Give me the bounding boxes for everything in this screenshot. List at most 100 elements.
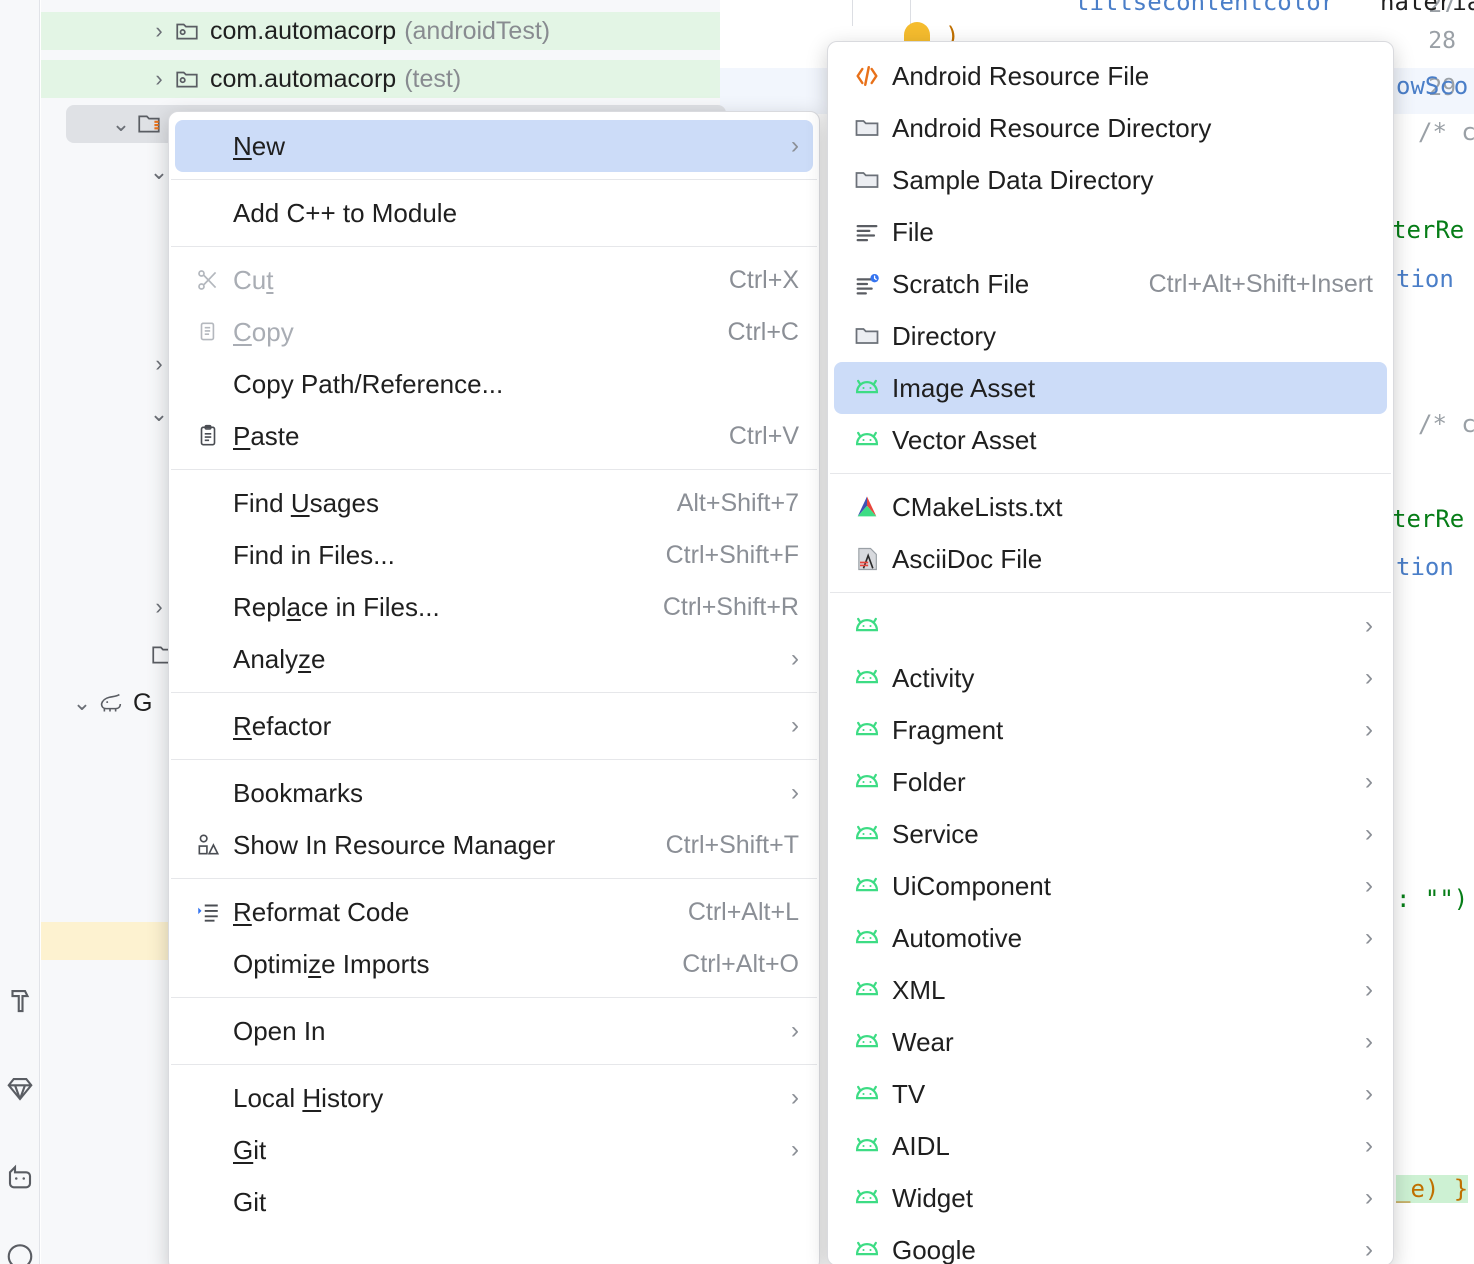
chevron-right-icon: › (1365, 664, 1373, 691)
tree-label: com.automacorp (210, 64, 397, 93)
menu-item-show-in-resource-manager[interactable]: Show In Resource Manager Ctrl+Shift+T (175, 819, 813, 871)
gemini-assistant-icon[interactable] (4, 1160, 36, 1192)
submenu-item-scratch-file[interactable]: Scratch File Ctrl+Alt+Shift+Insert (834, 258, 1387, 310)
submenu-item-image-asset[interactable]: Image Asset (834, 362, 1387, 414)
code-token: terRe (1392, 216, 1465, 244)
menu-item-new[interactable]: New › (175, 120, 813, 172)
submenu-item-file[interactable]: File (834, 206, 1387, 258)
submenu-item-service[interactable]: Folder › (834, 756, 1387, 808)
folder-icon (848, 322, 886, 350)
submenu-item-label: Android Resource File (892, 60, 1150, 91)
menu-item-shortcut: Ctrl+C (727, 317, 799, 346)
menu-item-analyze[interactable]: Analyze › (175, 633, 813, 685)
menu-item-git[interactable]: Git › (175, 1124, 813, 1176)
submenu-item-asciidoc-file[interactable]: AsciiDoc File (834, 533, 1387, 585)
new-submenu[interactable]: Android Resource File Android Resource D… (827, 41, 1394, 1264)
menu-item-bookmarks[interactable]: Bookmarks › (175, 767, 813, 819)
android-icon (848, 1236, 886, 1264)
menu-item-refactor[interactable]: Refactor › (175, 700, 813, 752)
android-icon (848, 716, 886, 744)
chevron-right-icon: › (791, 132, 799, 159)
menu-item-paste[interactable]: Paste Ctrl+V (175, 410, 813, 462)
terminal-circle-icon[interactable] (4, 1238, 36, 1264)
chevron-right-icon[interactable]: › (146, 66, 172, 92)
submenu-item-google[interactable]: Widget › (834, 1172, 1387, 1224)
menu-item-optimize-imports[interactable]: Optimize Imports Ctrl+Alt+O (175, 938, 813, 990)
menu-item-shortcut: Ctrl+Shift+T (665, 830, 799, 859)
code-token: tittsecontentcolor (1075, 0, 1336, 16)
menu-item-find-in-files[interactable]: Find in Files... Ctrl+Shift+F (175, 529, 813, 581)
submenu-item-automotive[interactable]: UiComponent › (834, 860, 1387, 912)
file-icon (848, 218, 886, 246)
menu-item-shortcut: Ctrl+X (728, 265, 799, 294)
menu-item-local-history[interactable]: Local History › (175, 1072, 813, 1124)
submenu-item-fragment[interactable]: Activity › (834, 652, 1387, 704)
menu-item-copy[interactable]: Copy Ctrl+C (175, 306, 813, 358)
chevron-right-icon[interactable]: › (146, 18, 172, 44)
chevron-right-icon: › (791, 1136, 799, 1163)
code-token: naterial (1380, 0, 1474, 16)
submenu-item-directory[interactable]: Directory (834, 310, 1387, 362)
android-icon (848, 1028, 886, 1056)
code-token: terRe (1392, 505, 1465, 533)
menu-item-find-usages[interactable]: Find Usages Alt+Shift+7 (175, 477, 813, 529)
code-token: : "") (1396, 885, 1469, 913)
tree-sublabel: (test) (404, 64, 462, 93)
submenu-item-activity[interactable]: › (834, 600, 1387, 652)
copy-icon (189, 319, 227, 345)
menu-separator (171, 469, 817, 470)
menu-item-reformat-code[interactable]: Reformat Code Ctrl+Alt+L (175, 886, 813, 938)
resource-manager-icon (189, 832, 227, 858)
clipboard-icon (189, 423, 227, 449)
menu-item-cut[interactable]: Cut Ctrl+X (175, 254, 813, 306)
menu-item-label: Copy (233, 316, 294, 347)
submenu-item-android-resource-file[interactable]: Android Resource File (834, 50, 1387, 102)
cmake-icon (848, 493, 886, 521)
menu-item-add-cpp-to-module[interactable]: Add C++ to Module (175, 187, 813, 239)
chevron-right-icon: › (1365, 768, 1373, 795)
submenu-item-wear[interactable]: XML › (834, 964, 1387, 1016)
chevron-right-icon: › (1365, 1080, 1373, 1107)
submenu-item-android-resource-directory[interactable]: Android Resource Directory (834, 102, 1387, 154)
submenu-item-xml[interactable]: Automotive › (834, 912, 1387, 964)
menu-item-replace-in-files[interactable]: Replace in Files... Ctrl+Shift+R (175, 581, 813, 633)
chevron-down-icon[interactable]: ⌄ (108, 111, 134, 137)
submenu-item-widget[interactable]: AIDL › (834, 1120, 1387, 1172)
menu-item-label: Add C++ to Module (233, 197, 458, 228)
menu-item-shortcut: Ctrl+Shift+R (662, 592, 799, 621)
xml-code-icon (848, 62, 886, 90)
gradle-diamond-icon[interactable] (4, 1073, 36, 1105)
submenu-item-compose[interactable]: Google › (834, 1224, 1387, 1264)
menu-item-label: Replace in Files... (233, 591, 440, 622)
chevron-down-icon[interactable]: ⌄ (69, 690, 95, 716)
submenu-item-aidl[interactable]: TV › (834, 1068, 1387, 1120)
menu-separator (171, 878, 817, 879)
menu-item-shortcut: Ctrl+Shift+F (665, 540, 799, 569)
android-icon (848, 612, 886, 640)
tree-row[interactable]: › com.automacorp (test) (41, 60, 720, 98)
submenu-item-vector-asset[interactable]: Vector Asset (834, 414, 1387, 466)
android-icon (848, 664, 886, 692)
menu-item-repair-ide-on-file[interactable]: Git (175, 1176, 813, 1228)
submenu-item-tv[interactable]: Wear › (834, 1016, 1387, 1068)
asciidoc-icon (848, 545, 886, 573)
android-icon (848, 976, 886, 1004)
submenu-item-folder[interactable]: Fragment › (834, 704, 1387, 756)
submenu-item-uicomponent[interactable]: Service › (834, 808, 1387, 860)
menu-item-label: Refactor (233, 710, 332, 741)
submenu-item-cmakelists[interactable]: CMakeLists.txt (834, 481, 1387, 533)
tree-row[interactable]: › com.automacorp (androidTest) (41, 12, 720, 50)
submenu-item-sample-data-directory[interactable]: Sample Data Directory (834, 154, 1387, 206)
menu-item-label: New (233, 130, 286, 161)
chevron-right-icon: › (791, 1017, 799, 1044)
context-menu[interactable]: New › Add C++ to Module Cut Ctrl+X Copy … (168, 111, 820, 1264)
menu-item-open-in[interactable]: Open In › (175, 1005, 813, 1057)
chevron-right-icon: › (791, 779, 799, 806)
editor-line-number: 28 (1428, 28, 1456, 54)
menu-item-copy-path-reference[interactable]: Copy Path/Reference... (175, 358, 813, 410)
submenu-item-label: UiComponent (892, 870, 1051, 901)
chevron-right-icon: › (791, 712, 799, 739)
build-hammer-icon[interactable] (4, 985, 36, 1017)
chevron-right-icon: › (1365, 820, 1373, 847)
scissors-icon (189, 267, 227, 293)
